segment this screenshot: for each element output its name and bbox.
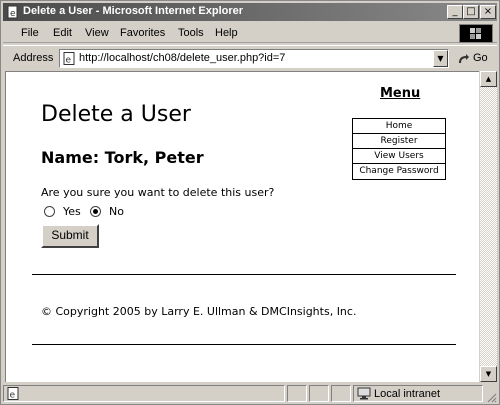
scroll-up-icon[interactable]: ▲ bbox=[480, 71, 497, 87]
chevron-down-icon[interactable]: ▼ bbox=[433, 50, 448, 67]
windows-logo-icon bbox=[459, 24, 493, 43]
menu-link-register[interactable]: Register bbox=[353, 134, 445, 149]
svg-text:e: e bbox=[10, 391, 16, 401]
status-bar: e Local intranet bbox=[3, 384, 497, 403]
menu-help[interactable]: Help bbox=[215, 27, 238, 39]
window-title: Delete a User - Microsoft Internet Explo… bbox=[23, 5, 244, 17]
status-panel-3 bbox=[309, 385, 329, 402]
submit-button[interactable]: Submit bbox=[41, 224, 99, 248]
address-url: http://localhost/ch08/delete_user.php?id… bbox=[79, 52, 286, 64]
radio-yes-button[interactable] bbox=[44, 206, 55, 217]
address-bar: Address e http://localhost/ch08/delete_u… bbox=[3, 45, 497, 69]
status-zone-text: Local intranet bbox=[374, 388, 441, 400]
go-button[interactable]: Go bbox=[455, 51, 497, 67]
menu-box: Home Register View Users Change Password bbox=[352, 118, 446, 180]
page-viewport: Delete a User Name: Tork, Peter Are you … bbox=[5, 71, 479, 382]
go-arrow-icon bbox=[459, 54, 469, 63]
page-done-icon: e bbox=[7, 387, 19, 401]
status-panel-4 bbox=[331, 385, 351, 402]
copyright-text: © Copyright 2005 by Larry E. Ullman & DM… bbox=[41, 305, 357, 318]
radio-no-label: No bbox=[109, 205, 124, 218]
menu-heading: Menu bbox=[380, 86, 421, 101]
address-input[interactable]: e http://localhost/ch08/delete_user.php?… bbox=[59, 49, 449, 68]
status-panel-main: e bbox=[3, 385, 285, 402]
radio-yes-label: Yes bbox=[63, 205, 81, 218]
menu-bar: File Edit View Favorites Tools Help bbox=[3, 23, 497, 43]
divider-top bbox=[32, 274, 456, 275]
user-name-heading: Name: Tork, Peter bbox=[41, 148, 204, 167]
menu-link-change-password[interactable]: Change Password bbox=[353, 164, 445, 179]
ie-page-icon: e bbox=[7, 5, 18, 19]
menu-link-view-users[interactable]: View Users bbox=[353, 149, 445, 164]
divider-bottom bbox=[32, 344, 456, 345]
page-icon: e bbox=[63, 52, 75, 66]
confirm-question: Are you sure you want to delete this use… bbox=[41, 186, 275, 199]
menu-edit[interactable]: Edit bbox=[53, 27, 72, 39]
menu-link-home[interactable]: Home bbox=[353, 119, 445, 134]
page-title: Delete a User bbox=[41, 102, 191, 127]
menu-view[interactable]: View bbox=[85, 27, 109, 39]
browser-window: e Delete a User - Microsoft Internet Exp… bbox=[0, 0, 500, 405]
resize-grip-icon[interactable] bbox=[485, 391, 497, 403]
scroll-down-icon[interactable]: ▼ bbox=[480, 366, 497, 382]
radio-no-button[interactable] bbox=[90, 206, 101, 217]
menu-favorites[interactable]: Favorites bbox=[120, 27, 165, 39]
menu-file[interactable]: File bbox=[21, 27, 39, 39]
vertical-scrollbar[interactable]: ▲ ▼ bbox=[480, 71, 497, 382]
go-label: Go bbox=[473, 52, 488, 64]
status-panel-2 bbox=[287, 385, 307, 402]
title-bar: e Delete a User - Microsoft Internet Exp… bbox=[3, 3, 497, 21]
maximize-icon[interactable]: □ bbox=[463, 5, 479, 19]
minimize-icon[interactable]: _ bbox=[447, 5, 463, 19]
close-icon[interactable]: × bbox=[480, 5, 496, 19]
status-zone-panel: Local intranet bbox=[353, 385, 483, 402]
svg-text:e: e bbox=[66, 56, 72, 66]
address-label: Address bbox=[13, 52, 54, 64]
svg-text:e: e bbox=[10, 9, 16, 19]
menu-tools[interactable]: Tools bbox=[178, 27, 204, 39]
intranet-icon bbox=[357, 387, 371, 400]
